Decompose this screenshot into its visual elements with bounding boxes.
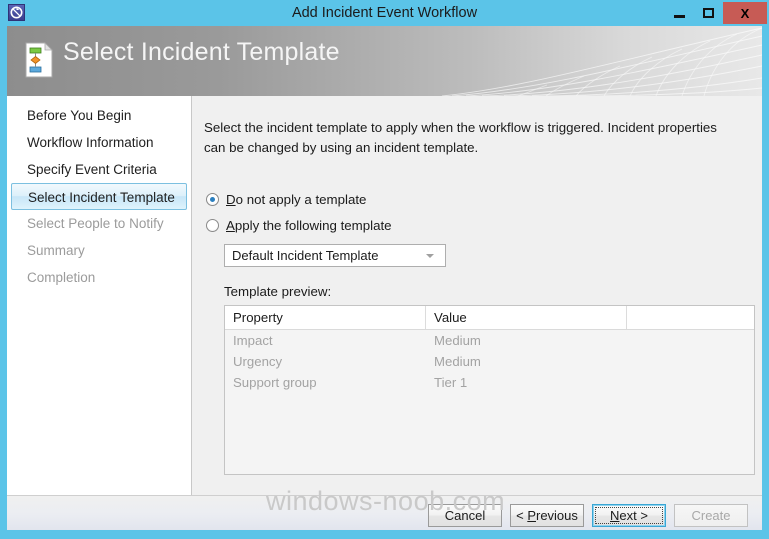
cell-property: Urgency xyxy=(233,354,283,369)
radio-do-not-apply-template[interactable]: Do not apply a template xyxy=(206,192,366,207)
cancel-button[interactable]: Cancel xyxy=(428,504,502,527)
title-bar: Add Incident Event Workflow X xyxy=(0,0,769,26)
sidebar-item-select-incident-template[interactable]: Select Incident Template xyxy=(11,183,187,210)
cell-extra xyxy=(627,351,754,372)
radio-icon-unselected xyxy=(206,219,219,232)
banner-mesh-decoration xyxy=(441,27,762,96)
table-header-row: Property Value xyxy=(225,306,754,330)
previous-button[interactable]: < Previous xyxy=(510,504,584,527)
sidebar-item-workflow-information[interactable]: Workflow Information xyxy=(11,129,187,156)
template-select[interactable]: Default Incident Template xyxy=(224,244,446,267)
add-incident-event-workflow-window: Add Incident Event Workflow X Select Inc… xyxy=(0,0,769,539)
sidebar-item-before-you-begin[interactable]: Before You Begin xyxy=(11,102,187,129)
cell-extra xyxy=(627,372,754,393)
column-header-property[interactable]: Property xyxy=(225,306,426,329)
minimize-button[interactable] xyxy=(665,2,694,24)
table-row[interactable]: Impact Medium xyxy=(225,330,754,351)
cell-property: Impact xyxy=(233,333,273,348)
wizard-step-sidebar: Before You Begin Workflow Information Sp… xyxy=(7,96,192,495)
table-row[interactable]: Support group Tier 1 xyxy=(225,372,754,393)
dialog-footer: Cancel < Previous Next > Create xyxy=(7,495,762,530)
table-row[interactable]: Urgency Medium xyxy=(225,351,754,372)
minimize-icon xyxy=(674,14,685,18)
page-banner: Select Incident Template xyxy=(7,26,762,96)
content-pane: Select the incident template to apply wh… xyxy=(193,96,762,495)
window-controls: X xyxy=(665,2,767,24)
sidebar-item-completion[interactable]: Completion xyxy=(11,264,187,291)
template-preview-table: Property Value Impact Medium Urgency Med… xyxy=(224,305,755,475)
sidebar-item-specify-event-criteria[interactable]: Specify Event Criteria xyxy=(11,156,187,183)
radio-label-do-not-apply: Do not apply a template xyxy=(226,192,367,207)
window-title: Add Incident Event Workflow xyxy=(291,5,478,21)
cell-extra xyxy=(627,330,754,351)
close-icon: X xyxy=(740,5,750,21)
column-header-extra[interactable] xyxy=(627,306,754,329)
close-button[interactable]: X xyxy=(723,2,767,24)
next-button-label: Next > xyxy=(610,508,648,523)
window-body: Select Incident Template Before You Begi… xyxy=(7,26,762,530)
maximize-button[interactable] xyxy=(694,2,723,24)
chevron-down-icon xyxy=(421,253,445,258)
radio-apply-following-template[interactable]: Apply the following template xyxy=(206,218,392,233)
instruction-text: Select the incident template to apply wh… xyxy=(204,120,717,155)
create-button[interactable]: Create xyxy=(674,504,748,527)
radio-icon-selected xyxy=(206,193,219,206)
cell-value: Medium xyxy=(434,333,481,348)
sidebar-item-summary[interactable]: Summary xyxy=(11,237,187,264)
sidebar-item-select-people-to-notify[interactable]: Select People to Notify xyxy=(11,210,187,237)
template-preview-label: Template preview: xyxy=(224,284,332,299)
next-button[interactable]: Next > xyxy=(592,504,666,527)
incident-template-document-icon xyxy=(24,42,54,78)
column-header-value[interactable]: Value xyxy=(426,306,627,329)
page-title: Select Incident Template xyxy=(63,38,340,66)
maximize-icon xyxy=(703,8,714,18)
cell-value: Tier 1 xyxy=(434,375,468,390)
template-select-value: Default Incident Template xyxy=(232,248,379,263)
footer-button-row: Cancel < Previous Next > Create xyxy=(428,504,748,527)
radio-label-apply-following: Apply the following template xyxy=(226,218,392,233)
previous-button-label: < Previous xyxy=(516,508,578,523)
cell-property: Support group xyxy=(233,375,317,390)
cell-value: Medium xyxy=(434,354,481,369)
